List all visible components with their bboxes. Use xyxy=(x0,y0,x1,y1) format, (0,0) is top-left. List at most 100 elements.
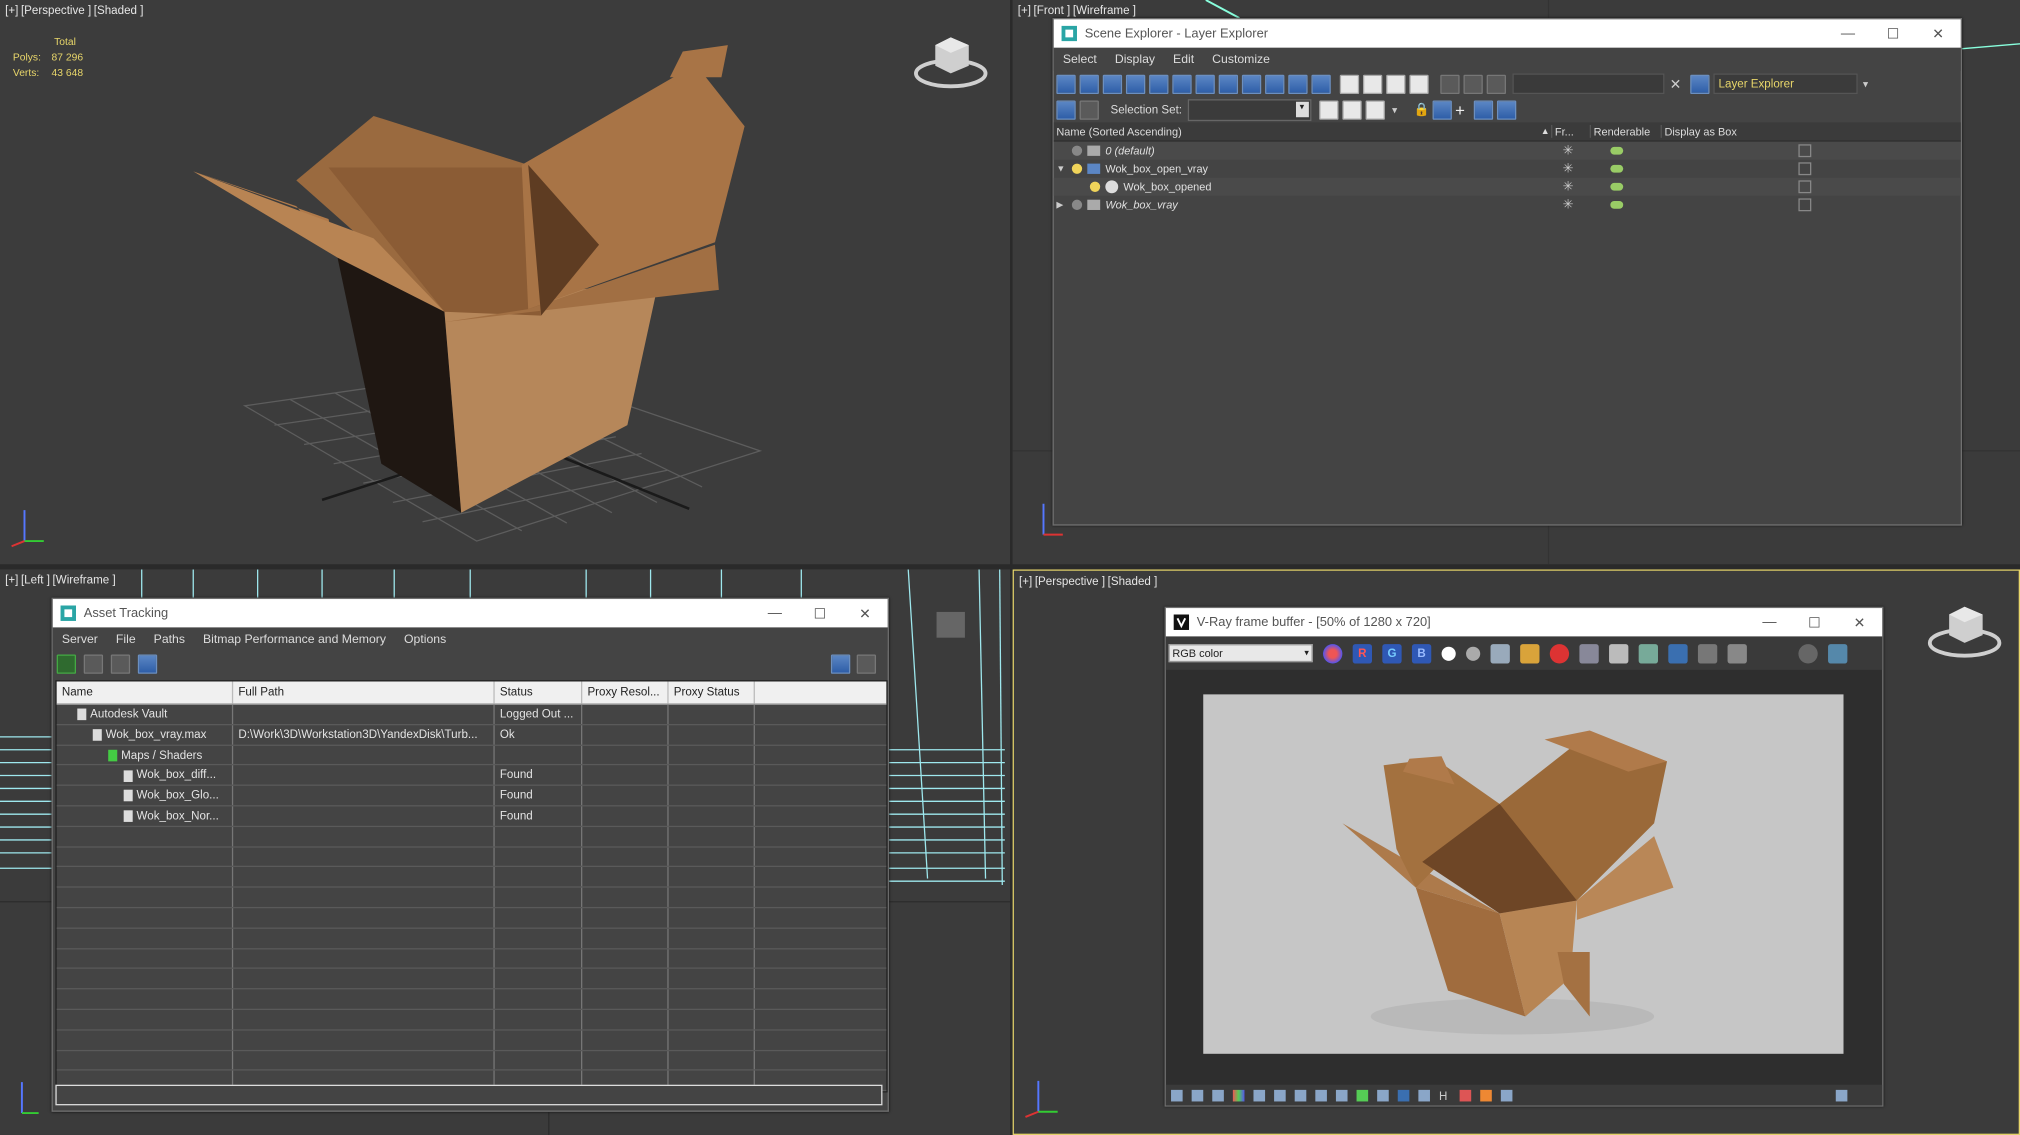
menu-paths[interactable]: Paths xyxy=(145,632,194,646)
vfb-tool-icon-16[interactable] xyxy=(1480,1089,1492,1101)
menu-options[interactable]: Options xyxy=(395,632,455,646)
freeze-icon[interactable]: ✳ xyxy=(1563,198,1574,212)
menu-server[interactable]: Server xyxy=(53,632,107,646)
display-all-icon[interactable] xyxy=(1339,74,1360,94)
menu-select[interactable]: Select xyxy=(1054,52,1106,66)
channel-select[interactable]: RGB color ▾ xyxy=(1168,644,1313,663)
vfb-tool-icon-12[interactable] xyxy=(1397,1089,1410,1101)
close-icon[interactable]: ✕ xyxy=(1837,608,1882,636)
column-renderable[interactable]: Renderable xyxy=(1589,124,1661,138)
vfb-tool-icon-4[interactable] xyxy=(1232,1089,1245,1101)
load-selection-icon[interactable] xyxy=(1341,99,1362,120)
layers-icon[interactable] xyxy=(1431,99,1452,120)
layer-row[interactable]: Wok_box_opened ✳ xyxy=(1053,177,1961,196)
asset-row[interactable]: Wok_box_vray.max D:\Work\3D\Workstation3D… xyxy=(56,725,887,746)
layer-row[interactable]: ▼ Wok_box_open_vray ✳ xyxy=(1054,160,1961,178)
freeze-icon[interactable]: ✳ xyxy=(1563,180,1574,194)
filter-list-icon[interactable] xyxy=(1463,74,1483,94)
menu-customize[interactable]: Customize xyxy=(1203,52,1279,66)
selection-set-dropdown[interactable]: ▾ xyxy=(1187,98,1311,121)
render-status-icon[interactable] xyxy=(1798,643,1818,663)
light-bulb-icon[interactable] xyxy=(1071,199,1083,210)
render-teapot-icon[interactable] xyxy=(1638,643,1658,663)
light-bulb-icon[interactable] xyxy=(1071,145,1083,156)
minimize-icon[interactable]: — xyxy=(1747,608,1792,636)
display-geometry-icon[interactable] xyxy=(1079,74,1099,94)
search-input[interactable] xyxy=(1512,73,1665,95)
add-icon[interactable]: + xyxy=(1455,100,1473,119)
select-layer-icon[interactable] xyxy=(1496,99,1516,120)
close-icon[interactable]: ✕ xyxy=(843,599,888,627)
settings-icon[interactable] xyxy=(856,654,877,674)
collapse-icon[interactable] xyxy=(1409,74,1429,94)
viewcube[interactable] xyxy=(912,32,989,96)
display-frozen-icon[interactable] xyxy=(1311,74,1331,94)
save-selection-icon[interactable] xyxy=(1318,99,1338,120)
explorer-mode-icon[interactable] xyxy=(1690,74,1710,94)
viewcube[interactable] xyxy=(936,611,965,638)
viewport-label[interactable]: [+] [Perspective ] [Shaded ] xyxy=(1019,575,1160,588)
display-bones-icon[interactable] xyxy=(1265,74,1285,94)
vray-frame-buffer-window[interactable]: V-Ray frame buffer - [50% of 1280 x 720]… xyxy=(1164,606,1884,1107)
light-bulb-icon[interactable] xyxy=(1071,163,1083,174)
add-to-layer-icon[interactable] xyxy=(1473,99,1493,120)
vfb-tool-icon-9[interactable] xyxy=(1335,1089,1348,1101)
expand-arrow-icon[interactable]: ▼ xyxy=(1056,164,1071,173)
load-image-icon[interactable] xyxy=(1520,643,1540,663)
explorer-mode-dropdown[interactable]: Layer Explorer xyxy=(1713,73,1858,95)
column-name[interactable]: Name xyxy=(57,681,234,704)
color-channels-icon[interactable] xyxy=(1323,643,1343,663)
display-as-box-icon[interactable] xyxy=(1798,198,1812,212)
clear-search-icon[interactable]: ✕ xyxy=(1670,75,1688,92)
asset-row[interactable]: Wok_box_diff... Found xyxy=(56,765,887,787)
menu-bitmap-performance[interactable]: Bitmap Performance and Memory xyxy=(194,632,395,646)
filter-icon[interactable] xyxy=(1440,74,1460,94)
help-icon[interactable] xyxy=(830,654,851,674)
asset-row[interactable]: Maps / Shaders xyxy=(56,745,887,766)
display-invert-icon[interactable] xyxy=(1362,74,1383,94)
lock-icon[interactable]: 🔒 xyxy=(1414,102,1432,116)
column-frozen[interactable]: Fr... xyxy=(1551,124,1590,138)
asset-path-field[interactable] xyxy=(55,1084,883,1106)
options-arrow-icon[interactable]: ▾ xyxy=(1392,104,1410,116)
renderable-teapot-icon[interactable] xyxy=(1610,200,1624,209)
close-icon[interactable]: ✕ xyxy=(1916,19,1961,47)
layer-row[interactable]: ▶ Wok_box_vray ✳ xyxy=(1054,196,1961,214)
refresh-icon[interactable] xyxy=(56,653,77,674)
mono-icon[interactable] xyxy=(1466,646,1481,661)
region-render-icon[interactable] xyxy=(1579,643,1599,663)
menu-file[interactable]: File xyxy=(107,632,145,646)
green-channel-button[interactable]: G xyxy=(1382,643,1402,663)
display-xrefs-icon[interactable] xyxy=(1241,74,1262,94)
maximize-icon[interactable]: ☐ xyxy=(797,599,842,627)
stop-render-icon[interactable] xyxy=(1549,643,1570,663)
display-as-box-icon[interactable] xyxy=(1798,144,1812,158)
compare-icon[interactable] xyxy=(1697,643,1718,663)
layer-icon[interactable] xyxy=(1056,99,1076,120)
alpha-white-icon[interactable] xyxy=(1441,646,1456,661)
remove-selection-icon[interactable] xyxy=(1364,99,1385,120)
display-shapes-icon[interactable] xyxy=(1102,74,1123,94)
display-none-all-icon[interactable] xyxy=(1386,74,1406,94)
history-icon[interactable] xyxy=(1727,643,1747,663)
vfb-tool-icon-7[interactable] xyxy=(1294,1089,1307,1101)
asset-tracking-titlebar[interactable]: Asset Tracking — ☐ ✕ xyxy=(52,599,888,628)
maximize-icon[interactable]: ☐ xyxy=(1792,608,1837,636)
display-cameras-icon[interactable] xyxy=(1149,74,1169,94)
freeze-icon[interactable]: ✳ xyxy=(1563,144,1574,158)
light-bulb-icon[interactable] xyxy=(1089,181,1101,192)
scene-explorer-window[interactable]: Scene Explorer - Layer Explorer — ☐ ✕ Se… xyxy=(1052,18,1963,526)
vfb-tool-icon-14[interactable]: H xyxy=(1439,1089,1451,1102)
column-full-path[interactable]: Full Path xyxy=(233,681,495,704)
column-display-as-box[interactable]: Display as Box xyxy=(1660,124,1961,138)
display-containers-icon[interactable] xyxy=(1288,74,1308,94)
display-as-box-icon[interactable] xyxy=(1798,162,1812,176)
column-name[interactable]: Name (Sorted Ascending) xyxy=(1054,125,1541,138)
maximize-icon[interactable]: ☐ xyxy=(1871,19,1916,47)
layer-row[interactable]: 0 (default) ✳ xyxy=(1053,141,1961,160)
vfb-expand-icon[interactable] xyxy=(1835,1089,1848,1101)
save-image-icon[interactable] xyxy=(1490,643,1510,663)
viewcube[interactable] xyxy=(1926,602,2003,666)
asset-row[interactable]: Wok_box_Nor... Found xyxy=(56,806,887,827)
renderable-teapot-icon[interactable] xyxy=(1610,182,1624,191)
